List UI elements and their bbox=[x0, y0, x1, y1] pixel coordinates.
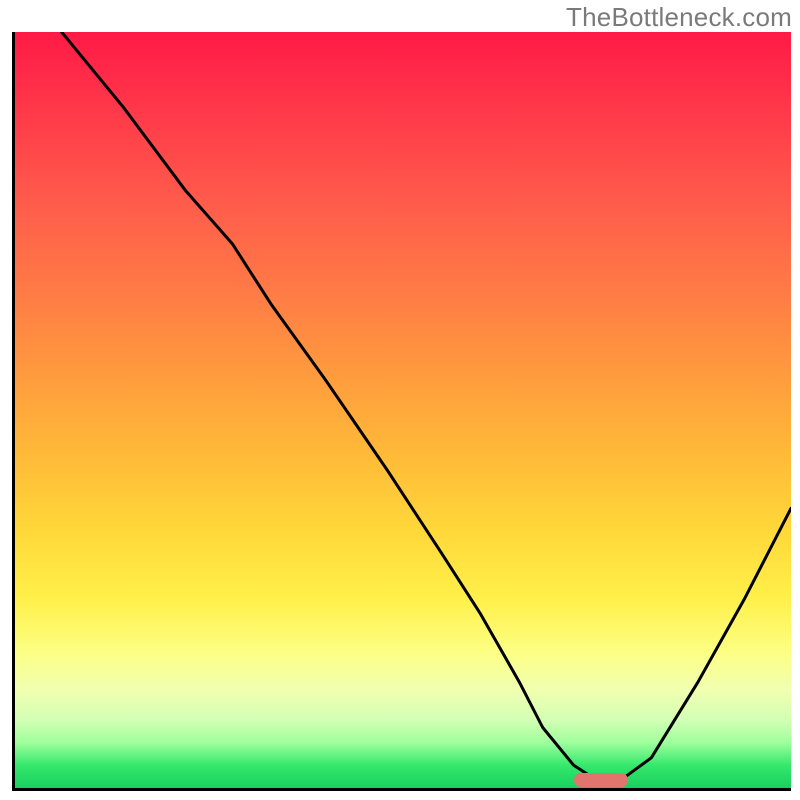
chart-frame: TheBottleneck.com bbox=[0, 0, 800, 800]
bottleneck-curve bbox=[15, 32, 791, 788]
optimal-range-marker bbox=[574, 773, 628, 787]
plot-area bbox=[12, 32, 791, 791]
attribution-label: TheBottleneck.com bbox=[566, 2, 792, 33]
